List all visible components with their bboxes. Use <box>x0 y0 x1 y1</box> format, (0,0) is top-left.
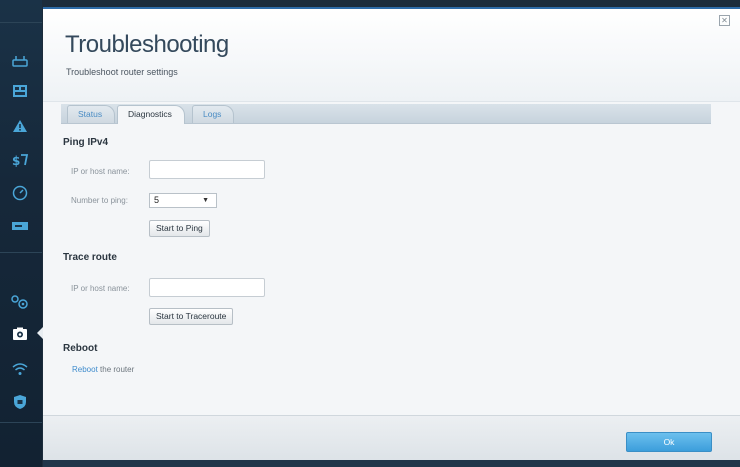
ping-count-label: Number to ping: <box>71 196 128 205</box>
alert-icon[interactable] <box>8 116 32 136</box>
security-icon[interactable] <box>8 392 32 412</box>
ping-count-value: 5 <box>154 195 160 205</box>
ping-count-select[interactable]: 5 ▼ <box>149 193 217 208</box>
tab-bar: Status Diagnostics Logs <box>61 104 711 124</box>
troubleshooting-icon[interactable] <box>8 324 32 344</box>
trace-host-input[interactable] <box>149 278 265 297</box>
settings-gears-icon[interactable] <box>8 292 32 312</box>
tab-status[interactable]: Status <box>67 105 116 123</box>
sidebar-divider <box>0 422 42 423</box>
troubleshooting-panel: Troubleshooting Troubleshoot router sett… <box>43 7 740 463</box>
sidebar-divider <box>0 252 42 253</box>
smart-wifi-icon[interactable] <box>8 51 32 71</box>
page-title: Troubleshooting <box>65 31 229 58</box>
ping-section-title: Ping IPv4 <box>63 137 109 148</box>
tab-diagnostics[interactable]: Diagnostics <box>117 105 185 124</box>
bottom-strip <box>43 460 740 467</box>
trace-host-label: IP or host name: <box>71 284 130 293</box>
media-prioritization-icon[interactable]: $ <box>8 150 32 170</box>
reboot-link[interactable]: Reboot <box>72 365 98 374</box>
panel-footer: Ok <box>43 415 740 463</box>
left-sidebar: $ <box>0 0 43 467</box>
start-traceroute-button[interactable]: Start to Traceroute <box>149 308 234 325</box>
network-map-icon[interactable] <box>8 81 32 101</box>
reboot-text-suffix: the router <box>97 365 135 374</box>
trace-section-title: Trace route <box>63 252 117 263</box>
start-ping-button[interactable]: Start to Ping <box>149 220 210 237</box>
panel-header: Troubleshooting Troubleshoot router sett… <box>43 9 740 102</box>
ping-host-input[interactable] <box>149 160 265 179</box>
wireless-icon[interactable] <box>8 359 32 379</box>
page-subtitle: Troubleshoot router settings <box>66 67 178 77</box>
speed-test-icon[interactable] <box>8 183 32 203</box>
reboot-text: Reboot the router <box>72 365 134 374</box>
svg-text:$: $ <box>12 154 20 167</box>
tab-logs[interactable]: Logs <box>192 105 235 123</box>
external-storage-icon[interactable] <box>8 216 32 236</box>
ok-button[interactable]: Ok <box>626 432 712 452</box>
close-icon[interactable]: ✕ <box>719 15 730 26</box>
sidebar-divider <box>0 22 42 23</box>
dropdown-caret-icon: ▼ <box>202 197 209 204</box>
ping-host-label: IP or host name: <box>71 167 130 176</box>
reboot-section-title: Reboot <box>63 343 98 354</box>
